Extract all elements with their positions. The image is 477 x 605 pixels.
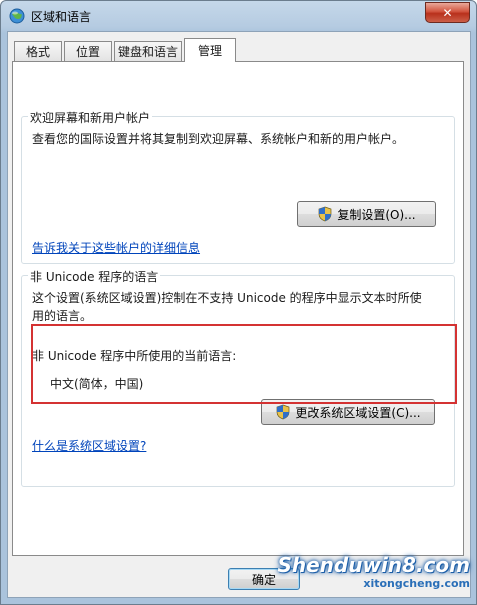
tab-administrative[interactable]: 管理 <box>184 38 236 62</box>
tab-location[interactable]: 位置 <box>64 41 112 61</box>
group-title: 欢迎屏幕和新用户帐户 <box>28 109 153 126</box>
close-button[interactable]: ✕ <box>425 2 470 23</box>
globe-icon <box>9 8 25 24</box>
window-title: 区域和语言 <box>31 10 92 24</box>
current-language-label: 非 Unicode 程序中所使用的当前语言: <box>32 349 237 363</box>
copy-settings-button[interactable]: 复制设置(O)... <box>297 201 436 227</box>
unicode-description-line1: 这个设置(系统区域设置)控制在不支持 Unicode 的程序中显示文本时所使 <box>32 291 422 305</box>
tab-formats[interactable]: 格式 <box>14 41 62 61</box>
dialog-button-bar: 确定 <box>8 556 470 597</box>
system-locale-help-link[interactable]: 什么是系统区域设置? <box>32 437 146 454</box>
dialog-window: 区域和语言 ✕ 格式 位置 键盘和语言 管理 欢迎屏幕和新用户帐户 查看您的国际… <box>0 0 477 605</box>
unicode-description-line2: 用的语言。 <box>32 309 93 323</box>
current-language-value: 中文(简体，中国) <box>50 377 144 391</box>
group-title: 非 Unicode 程序的语言 <box>28 268 161 285</box>
welcome-screen-group: 欢迎屏幕和新用户帐户 查看您的国际设置并将其复制到欢迎屏幕、系统帐户和新的用户帐… <box>21 109 455 264</box>
ok-button[interactable]: 确定 <box>228 568 300 590</box>
title-bar[interactable]: 区域和语言 ✕ <box>1 1 476 31</box>
uac-shield-icon <box>319 206 332 222</box>
tab-keyboards-languages[interactable]: 键盘和语言 <box>114 41 182 61</box>
close-icon: ✕ <box>442 5 453 20</box>
non-unicode-group: 非 Unicode 程序的语言 这个设置(系统区域设置)控制在不支持 Unico… <box>21 268 455 487</box>
dialog-client: 格式 位置 键盘和语言 管理 欢迎屏幕和新用户帐户 查看您的国际设置并将其复制到… <box>7 31 471 598</box>
uac-shield-icon <box>277 404 290 420</box>
welcome-description: 查看您的国际设置并将其复制到欢迎屏幕、系统帐户和新的用户帐户。 <box>32 132 405 146</box>
administrative-panel: 欢迎屏幕和新用户帐户 查看您的国际设置并将其复制到欢迎屏幕、系统帐户和新的用户帐… <box>12 61 464 556</box>
account-details-link[interactable]: 告诉我关于这些帐户的详细信息 <box>32 239 200 256</box>
change-system-locale-button[interactable]: 更改系统区域设置(C)... <box>261 399 435 425</box>
